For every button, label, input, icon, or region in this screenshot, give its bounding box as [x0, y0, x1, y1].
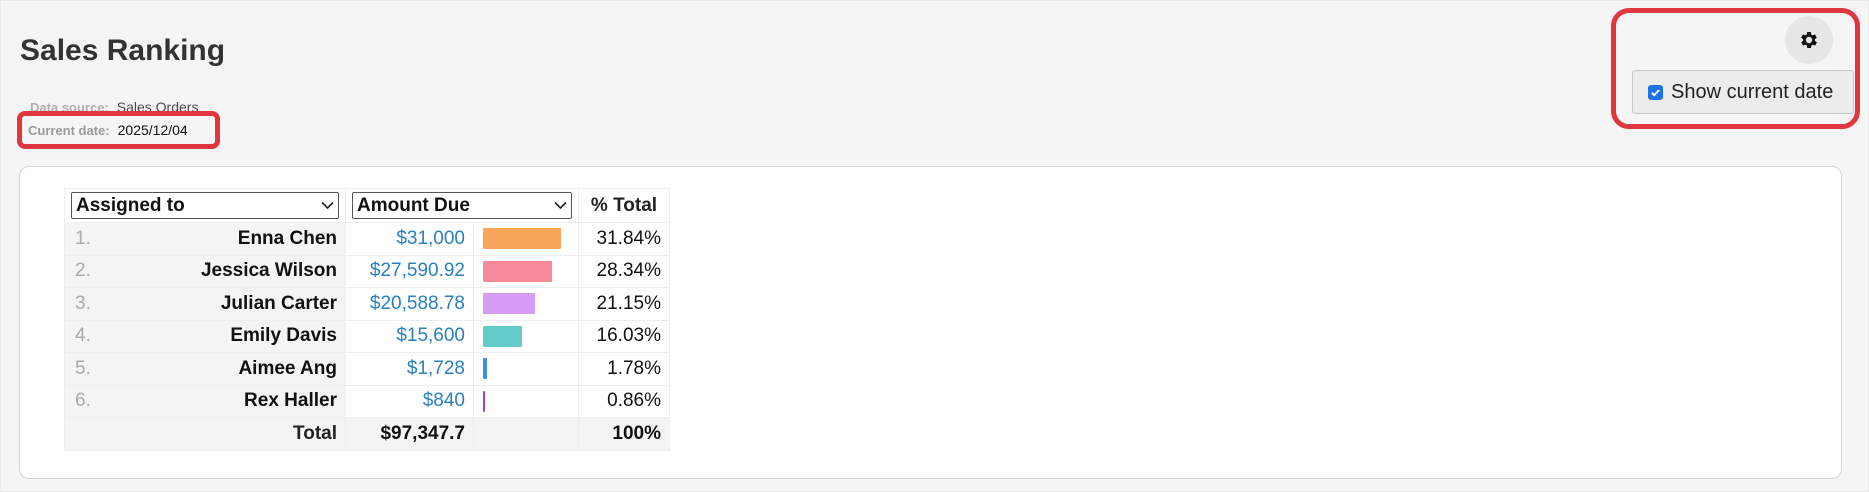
- rank-number: 3.: [63, 287, 104, 321]
- rank-number: 4.: [63, 319, 104, 353]
- measure-header: Amount Due: [345, 188, 579, 223]
- assignee-name: Enna Chen: [103, 222, 346, 256]
- current-date-line: Current date: 2025/12/04: [17, 111, 220, 149]
- table-row: 6. Rex Haller $840 0.86%: [63, 384, 670, 418]
- pct-value: 31.84%: [578, 222, 670, 256]
- share-bar-cell: [473, 254, 579, 288]
- rank-number: 5.: [63, 352, 104, 386]
- group-by-value: Assigned to: [76, 194, 185, 216]
- total-label: Total: [64, 417, 346, 451]
- amount-link[interactable]: $1,728: [345, 352, 474, 386]
- table-row: 3. Julian Carter $20,588.78 21.15%: [63, 287, 670, 321]
- rank-number: 2.: [63, 254, 104, 288]
- group-by-header: Assigned to: [64, 188, 346, 223]
- total-row: Total $97,347.7 100%: [64, 417, 670, 451]
- table-row: 2. Jessica Wilson $27,590.92 28.34%: [63, 254, 670, 288]
- pct-value: 0.86%: [578, 384, 670, 418]
- share-bar-cell: [473, 352, 579, 386]
- amount-link[interactable]: $20,588.78: [345, 287, 474, 321]
- total-pct: 100%: [578, 417, 670, 451]
- assignee-name: Rex Haller: [103, 384, 346, 418]
- chevron-down-icon: [321, 201, 334, 210]
- group-by-select[interactable]: Assigned to: [71, 192, 339, 219]
- pct-value: 16.03%: [578, 319, 670, 353]
- pct-value: 21.15%: [578, 287, 670, 321]
- rank-number: 1.: [63, 222, 104, 256]
- share-bar: [483, 358, 488, 380]
- checkmark-icon: [1651, 88, 1660, 96]
- amount-link[interactable]: $15,600: [345, 319, 474, 353]
- amount-link[interactable]: $31,000: [345, 222, 474, 256]
- assignee-name: Emily Davis: [103, 319, 346, 353]
- share-bar: [483, 293, 535, 315]
- pct-value: 1.78%: [578, 352, 670, 386]
- table-row: 1. Enna Chen $31,000 31.84%: [63, 222, 670, 256]
- share-bar: [483, 260, 553, 282]
- measure-select[interactable]: Amount Due: [352, 192, 572, 219]
- pct-total-header: % Total: [578, 188, 670, 223]
- ranking-table: Assigned to Amount Due % Total 1. Enna Ch…: [63, 188, 670, 451]
- assignee-name: Julian Carter: [103, 287, 346, 321]
- current-date-value: 2025/12/04: [117, 122, 188, 138]
- gear-icon: [1801, 32, 1817, 48]
- table-row: 4. Emily Davis $15,600 16.03%: [63, 319, 670, 353]
- settings-button[interactable]: [1785, 16, 1833, 64]
- total-amount: $97,347.7: [345, 417, 474, 451]
- share-bar-cell: [473, 287, 579, 321]
- amount-link[interactable]: $27,590.92: [345, 254, 474, 288]
- rank-number: 6.: [63, 384, 104, 418]
- total-bar-cell: [473, 417, 579, 451]
- share-bar: [483, 325, 523, 347]
- measure-value: Amount Due: [357, 194, 470, 216]
- assignee-name: Aimee Ang: [103, 352, 346, 386]
- share-bar-cell: [473, 222, 579, 256]
- table-row: 5. Aimee Ang $1,728 1.78%: [63, 352, 670, 386]
- show-current-date-toggle[interactable]: Show current date: [1632, 70, 1854, 114]
- amount-link[interactable]: $840: [345, 384, 474, 418]
- page-title: Sales Ranking: [20, 34, 226, 67]
- share-bar-cell: [473, 319, 579, 353]
- current-date-label: Current date:: [28, 122, 110, 138]
- assignee-name: Jessica Wilson: [103, 254, 346, 288]
- share-bar: [483, 390, 486, 412]
- pct-value: 28.34%: [578, 254, 670, 288]
- share-bar: [483, 228, 561, 250]
- show-current-date-label: Show current date: [1671, 80, 1834, 103]
- share-bar-cell: [473, 384, 579, 418]
- chevron-down-icon: [554, 201, 567, 210]
- show-current-date-checkbox[interactable]: [1648, 84, 1663, 100]
